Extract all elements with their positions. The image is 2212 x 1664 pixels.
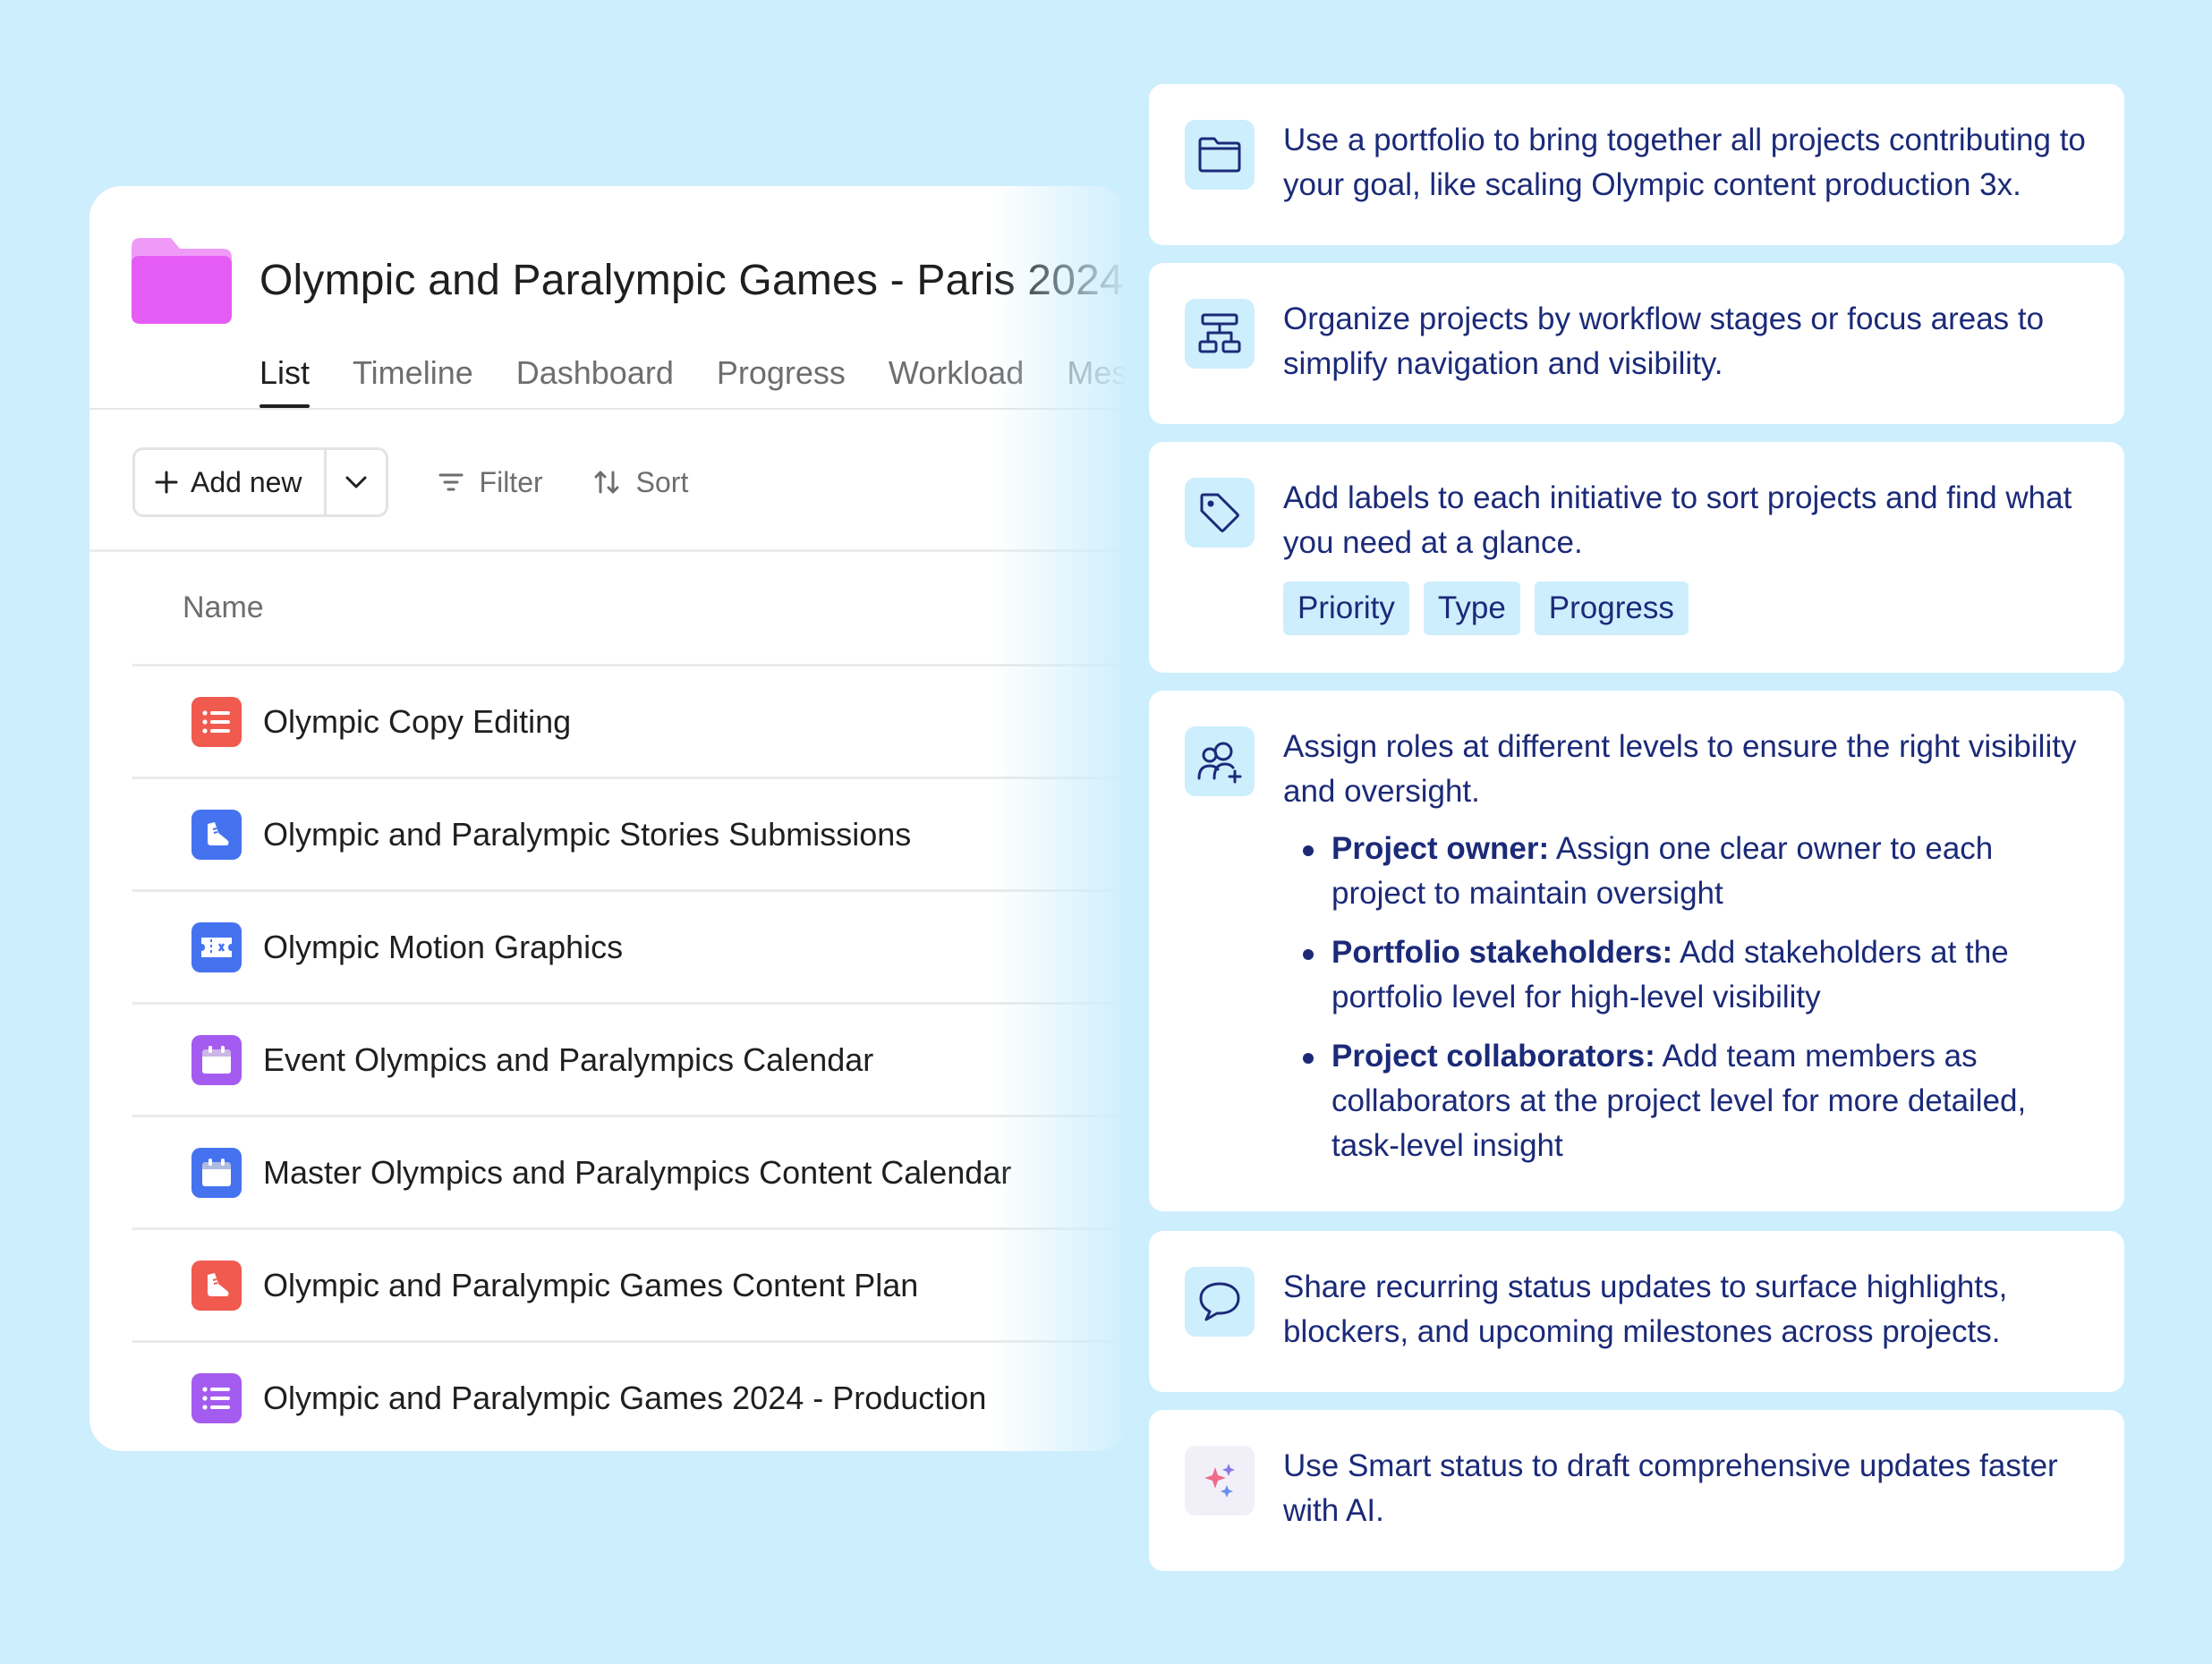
tab-workload[interactable]: Workload [889,354,1024,408]
sparkle-icon [1185,1446,1255,1515]
list-item[interactable]: Olympic Motion Graphics [132,889,1127,1002]
bullet-project-owner: Project owner: Assign one clear owner to… [1303,827,2089,916]
card-organize: Organize projects by workflow stages or … [1149,263,2124,424]
filter-label: Filter [479,465,543,498]
tab-dashboard[interactable]: Dashboard [516,354,674,408]
bullet-title: Project collaborators: [1331,1039,1655,1074]
card-text: Use a portfolio to bring together all pr… [1283,123,2086,202]
portfolio-panel: Olympic and Paralympic Games - Paris 202… [89,186,1127,1451]
sort-icon [594,471,619,494]
bullet-title: Portfolio stakeholders: [1331,935,1673,970]
project-name: Olympic and Paralympic Games 2024 - Prod… [263,1379,987,1416]
add-new-dropdown[interactable] [327,450,386,514]
list-item[interactable]: Event Olympics and Paralympics Calendar [132,1002,1127,1115]
project-name: Olympic Motion Graphics [263,928,624,965]
tag-progress[interactable]: Progress [1534,582,1689,635]
role-bullets: Project owner: Assign one clear owner to… [1283,827,2089,1168]
card-status: Share recurring status updates to surfac… [1149,1231,2124,1392]
chevron-down-icon [345,476,367,488]
tag-type[interactable]: Type [1423,582,1520,635]
label-tags: Priority Type Progress [1283,582,2089,635]
project-name: Olympic and Paralympic Games Content Pla… [263,1266,919,1303]
list-item[interactable]: Olympic Copy Editing [132,664,1127,777]
shoe-icon [191,1260,242,1311]
project-list: Olympic Copy Editing Olympic and Paralym… [132,664,1127,1451]
card-roles: Assign roles at different levels to ensu… [1149,691,2124,1211]
card-smart-status: Use Smart status to draft comprehensive … [1149,1410,2124,1571]
card-portfolio: Use a portfolio to bring together all pr… [1149,84,2124,245]
folder-icon [132,238,232,324]
add-new-button-group: Add new [132,447,388,517]
list-item[interactable]: Olympic and Paralympic Games Content Pla… [132,1227,1127,1340]
speech-bubble-icon [1185,1267,1255,1337]
add-people-icon [1185,726,1255,796]
filter-button[interactable]: Filter [438,466,543,499]
card-text: Use Smart status to draft comprehensive … [1283,1448,2058,1528]
bullet-portfolio-stakeholders: Portfolio stakeholders: Add stakeholders… [1303,930,2089,1020]
list-item[interactable]: Olympic and Paralympic Games 2024 - Prod… [132,1340,1127,1451]
card-body: Assign roles at different levels to ensu… [1283,725,2089,1183]
card-text: Add labels to each initiative to sort pr… [1283,480,2072,560]
list-icon [191,696,242,747]
name-column-header[interactable]: Name [183,590,264,625]
ticket-icon [191,921,242,972]
sort-label: Sort [635,465,689,498]
tag-priority[interactable]: Priority [1283,582,1409,635]
card-labels: Add labels to each initiative to sort pr… [1149,442,2124,673]
card-text: Organize projects by workflow stages or … [1283,301,2045,381]
folder-icon [1185,120,1255,190]
add-new-button[interactable]: Add new [135,450,327,514]
calendar-icon [191,1147,242,1198]
tab-messages[interactable]: Messages [1067,354,1127,408]
tab-list[interactable]: List [259,354,311,408]
shoe-icon [191,809,242,860]
page-title: Olympic and Paralympic Games - Paris 202… [259,257,1124,304]
bullet-project-collaborators: Project collaborators: Add team members … [1303,1034,2089,1168]
add-new-label: Add new [191,465,302,498]
list-item[interactable]: Olympic and Paralympic Stories Submissio… [132,777,1127,889]
project-name: Olympic and Paralympic Stories Submissio… [263,815,912,853]
card-text: Share recurring status updates to surfac… [1283,1269,2008,1349]
tab-progress[interactable]: Progress [717,354,846,408]
sort-button[interactable]: Sort [593,465,689,499]
card-text: Assign roles at different levels to ensu… [1283,729,2077,809]
plus-icon [155,471,178,494]
workflow-icon [1185,299,1255,369]
toolbar-divider [89,549,1127,552]
bullet-title: Project owner: [1331,831,1550,866]
project-name: Master Olympics and Paralympics Content … [263,1153,1012,1191]
card-body: Add labels to each initiative to sort pr… [1283,476,2089,635]
view-tabs: List Timeline Dashboard Progress Workloa… [259,354,1127,408]
filter-icon [438,473,464,491]
list-item[interactable]: Master Olympics and Paralympics Content … [132,1115,1127,1227]
tag-icon [1185,478,1255,548]
toolbar: Add new Filter Sort [132,447,688,517]
project-name: Olympic Copy Editing [263,702,572,740]
list-icon [191,1372,242,1423]
tabs-divider [89,408,1127,410]
tab-timeline[interactable]: Timeline [353,354,473,408]
project-name: Event Olympics and Paralympics Calendar [263,1040,874,1078]
calendar-icon [191,1034,242,1085]
